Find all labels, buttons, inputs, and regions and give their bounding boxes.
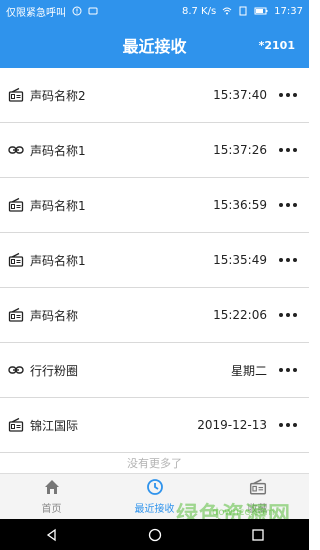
more-options-icon[interactable] bbox=[279, 147, 297, 153]
list-item[interactable]: 声码名称1 15:35:49 bbox=[0, 233, 309, 288]
radio-icon bbox=[249, 478, 267, 496]
tab-home[interactable]: 首页 bbox=[0, 474, 103, 519]
item-time: 15:37:26 bbox=[213, 143, 267, 157]
item-name: 声码名称1 bbox=[30, 143, 86, 158]
more-options-icon[interactable] bbox=[279, 257, 297, 263]
more-options-icon[interactable] bbox=[279, 92, 297, 98]
radio-icon bbox=[8, 307, 24, 323]
item-time: 15:37:40 bbox=[213, 88, 267, 102]
alert-icon bbox=[72, 6, 82, 16]
tab-label: 首页 bbox=[41, 504, 62, 515]
radio-icon bbox=[8, 87, 24, 103]
item-time: 15:35:49 bbox=[213, 253, 267, 267]
status-bar: 仅限紧急呼叫 8.7 K/s 17:37 bbox=[0, 0, 309, 22]
item-time: 2019-12-13 bbox=[197, 418, 267, 432]
recents-icon[interactable] bbox=[250, 527, 266, 543]
home-icon bbox=[43, 478, 61, 496]
wifi-icon bbox=[222, 7, 232, 15]
list-item[interactable]: 声码名称1 15:36:59 bbox=[0, 178, 309, 233]
link-icon bbox=[8, 362, 24, 378]
home-nav-icon[interactable] bbox=[147, 527, 163, 543]
list-item[interactable]: 声码名称2 15:37:40 bbox=[0, 68, 309, 123]
item-name: 声码名称1 bbox=[30, 253, 86, 268]
clock-icon bbox=[146, 478, 164, 496]
tab-label: 最近接收 bbox=[134, 504, 175, 515]
network-speed: 8.7 K/s bbox=[181, 5, 217, 17]
link-icon bbox=[8, 142, 24, 158]
app-header: 最近接收 *2101 bbox=[0, 22, 309, 68]
item-name: 声码名称1 bbox=[30, 198, 86, 213]
message-icon bbox=[88, 7, 98, 15]
item-time: 15:22:06 bbox=[213, 308, 267, 322]
watermark-url: downcc.com bbox=[212, 507, 275, 518]
more-options-icon[interactable] bbox=[279, 202, 297, 208]
carrier-text: 仅限紧急呼叫 bbox=[6, 7, 66, 19]
item-name: 行行粉圈 bbox=[30, 363, 79, 378]
radio-icon bbox=[8, 417, 24, 433]
more-options-icon[interactable] bbox=[279, 312, 297, 318]
battery-icon bbox=[254, 7, 268, 15]
item-time: 15:36:59 bbox=[213, 198, 267, 212]
list-item[interactable]: 锦江国际 2019-12-13 bbox=[0, 398, 309, 453]
no-more-text: 没有更多了 bbox=[127, 457, 182, 470]
list-item[interactable]: 声码名称 15:22:06 bbox=[0, 288, 309, 343]
sim-icon bbox=[239, 6, 247, 16]
recent-list: 声码名称2 15:37:40 声码名称1 15:37:26 声码名称1 15:36:59 声… bbox=[0, 68, 309, 473]
radio-icon bbox=[8, 197, 24, 213]
item-name: 锦江国际 bbox=[30, 418, 79, 433]
clock-text: 17:37 bbox=[274, 5, 303, 17]
more-options-icon[interactable] bbox=[279, 422, 297, 428]
item-time: 星期二 bbox=[230, 363, 267, 378]
more-options-icon[interactable] bbox=[279, 367, 297, 373]
item-name: 声码名称 bbox=[30, 308, 79, 323]
radio-icon bbox=[8, 252, 24, 268]
list-item[interactable]: 声码名称1 15:37:26 bbox=[0, 123, 309, 178]
system-nav-bar bbox=[0, 519, 309, 550]
back-icon[interactable] bbox=[44, 527, 60, 543]
list-item[interactable]: 行行粉圈 星期二 bbox=[0, 343, 309, 398]
channel-code[interactable]: *2101 bbox=[259, 22, 295, 68]
item-name: 声码名称2 bbox=[30, 88, 86, 103]
